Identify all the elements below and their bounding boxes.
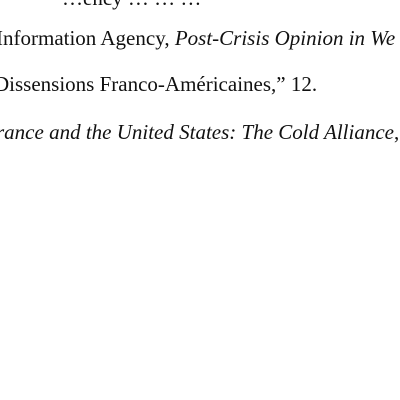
cut-off-top-line: …ency … … … xyxy=(62,0,201,10)
footnote-line-1: Information Agency, Post-Crisis Opinion … xyxy=(0,26,395,50)
footnote-text: , xyxy=(393,120,400,144)
footnote-line-2: Dissensions Franco-Américaines,” 12. xyxy=(0,72,317,96)
footnote-text: Information Agency, xyxy=(0,26,175,50)
footnote-text: Dissensions Franco-Américaines,” 12. xyxy=(0,72,318,96)
footnote-italic-title: Post-Crisis Opinion in We xyxy=(174,26,396,50)
footnote-line-3: rance and the United States: The Cold Al… xyxy=(0,120,399,144)
footnote-italic-title: rance and the United States: The Cold Al… xyxy=(0,120,394,144)
